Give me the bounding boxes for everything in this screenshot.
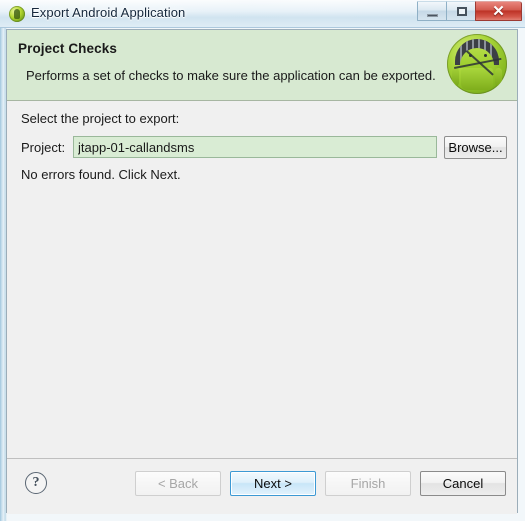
window-title: Export Android Application bbox=[31, 5, 186, 20]
close-button[interactable]: ✕ bbox=[475, 1, 522, 21]
project-input[interactable] bbox=[73, 136, 437, 158]
dialog-button-bar: ? < Back Next > Finish Cancel bbox=[7, 458, 517, 514]
project-label: Project: bbox=[21, 139, 66, 155]
export-android-application-window: Export Android Application ✕ Project Che… bbox=[0, 0, 525, 521]
title-bar[interactable]: Export Android Application ✕ bbox=[0, 0, 525, 28]
wizard-header: Project Checks Performs a set of checks … bbox=[7, 30, 517, 101]
next-button[interactable]: Next > bbox=[230, 471, 316, 496]
help-icon[interactable]: ? bbox=[25, 472, 47, 494]
finish-button[interactable]: Finish bbox=[325, 471, 411, 496]
wizard-buttons: < Back Next > Finish Cancel bbox=[135, 471, 506, 496]
android-robot-icon bbox=[447, 34, 507, 94]
window-controls: ✕ bbox=[417, 1, 522, 21]
page-description: Performs a set of checks to make sure th… bbox=[26, 68, 436, 83]
wizard-body: Select the project to export: Project: B… bbox=[7, 101, 517, 458]
android-app-icon bbox=[9, 6, 25, 22]
close-icon: ✕ bbox=[492, 3, 505, 20]
back-button[interactable]: < Back bbox=[135, 471, 221, 496]
maximize-button[interactable] bbox=[446, 1, 476, 21]
browse-button[interactable]: Browse... bbox=[444, 135, 507, 159]
cancel-button[interactable]: Cancel bbox=[420, 471, 506, 496]
status-message: No errors found. Click Next. bbox=[21, 167, 181, 182]
dialog-client-area: Project Checks Performs a set of checks … bbox=[6, 29, 518, 514]
select-project-label: Select the project to export: bbox=[21, 111, 180, 126]
page-title: Project Checks bbox=[18, 41, 117, 56]
minimize-button[interactable] bbox=[417, 1, 447, 21]
project-row: Project: Browse... bbox=[21, 135, 507, 159]
